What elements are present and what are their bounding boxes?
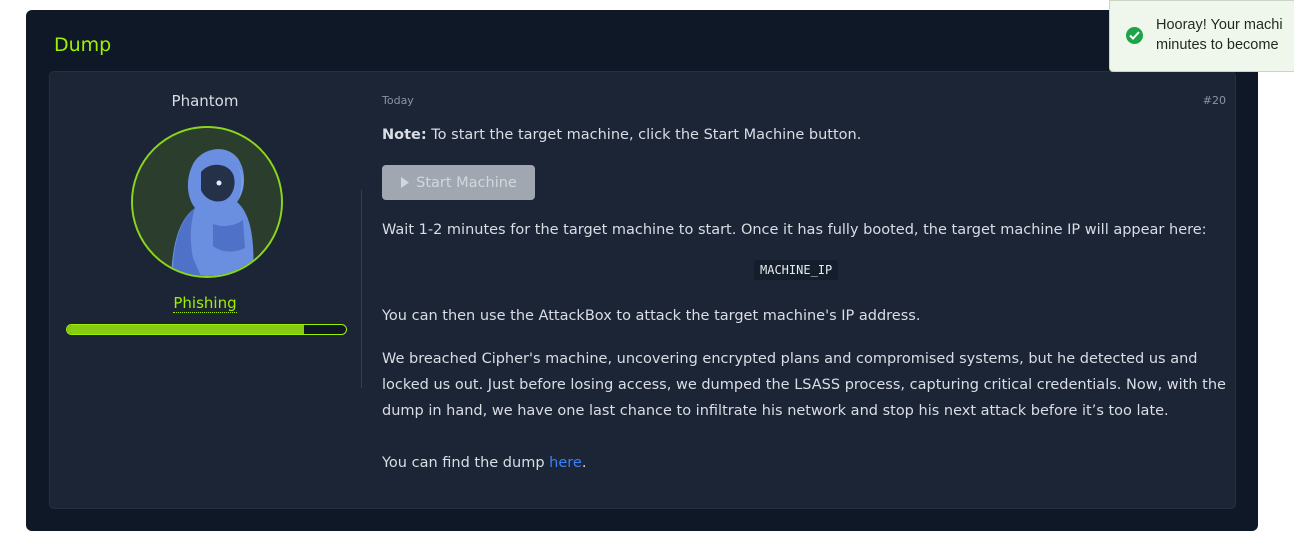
page-gutter bbox=[1258, 0, 1294, 534]
rank-progress-fill bbox=[67, 325, 305, 334]
attackbox-paragraph: You can then use the AttackBox to attack… bbox=[382, 308, 921, 324]
task-panel: Dump Phantom Phishing Today #20 Note: To… bbox=[26, 10, 1258, 531]
success-toast[interactable]: Hooray! Your machi minutes to become bbox=[1109, 0, 1294, 72]
note-paragraph: Note: To start the target machine, click… bbox=[382, 122, 861, 148]
task-title[interactable]: Dump bbox=[54, 34, 111, 56]
toast-line-1: Hooray! Your machi bbox=[1156, 17, 1283, 33]
machine-ip-code: MACHINE_IP bbox=[754, 260, 839, 280]
post-date: Today bbox=[382, 94, 414, 107]
toast-message: Hooray! Your machi minutes to become bbox=[1156, 15, 1283, 55]
author-name[interactable]: Phantom bbox=[50, 92, 360, 110]
note-text: To start the target machine, click the S… bbox=[426, 127, 862, 143]
hooded-figure-icon bbox=[133, 128, 281, 276]
find-prefix: You can find the dump bbox=[382, 455, 550, 471]
find-dump-paragraph: You can find the dump here. bbox=[382, 450, 586, 476]
author-rank-label: Phishing bbox=[173, 294, 237, 313]
play-icon bbox=[401, 177, 410, 188]
column-divider bbox=[361, 190, 362, 388]
dump-link[interactable]: here bbox=[549, 455, 582, 471]
start-machine-label: Start Machine bbox=[416, 174, 517, 191]
story-paragraph: We breached Cipher's machine, uncovering… bbox=[382, 351, 1226, 419]
start-machine-button[interactable]: Start Machine bbox=[382, 165, 535, 200]
check-circle-icon bbox=[1126, 27, 1143, 44]
note-label: Note: bbox=[382, 127, 427, 143]
post-number[interactable]: #20 bbox=[1203, 94, 1226, 107]
rank-progress-bar bbox=[66, 324, 347, 335]
find-suffix: . bbox=[581, 455, 587, 471]
author-rank[interactable]: Phishing bbox=[50, 294, 360, 313]
wait-paragraph: Wait 1-2 minutes for the target machine … bbox=[382, 222, 1207, 238]
post-card: Phantom Phishing Today #20 Note: To star… bbox=[49, 71, 1236, 509]
avatar[interactable] bbox=[131, 126, 283, 278]
toast-line-2: minutes to become bbox=[1156, 37, 1279, 53]
